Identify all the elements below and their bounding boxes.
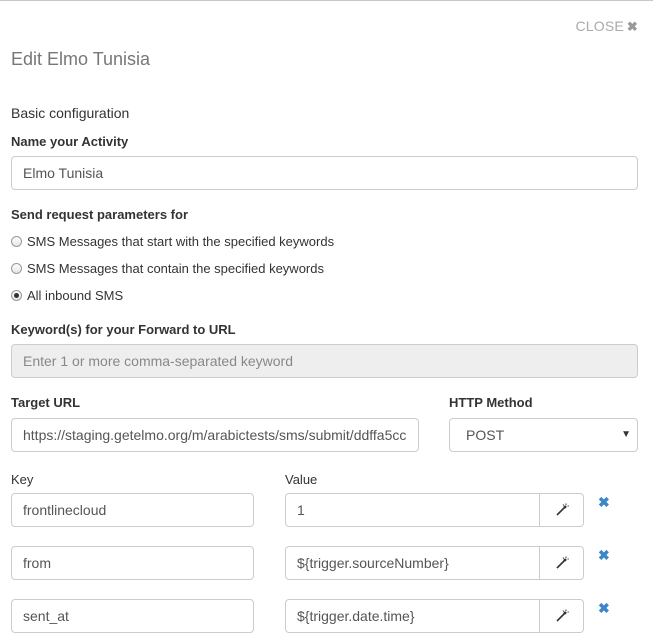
radio-option-all-inbound[interactable]: All inbound SMS [11, 288, 123, 303]
radio-button-checked[interactable] [11, 290, 22, 301]
param-key-input[interactable]: from [11, 546, 254, 580]
dialog-title: Edit Elmo Tunisia [11, 49, 151, 69]
target-url-label: Target URL [11, 395, 81, 410]
radio-label: All inbound SMS [27, 288, 124, 303]
remove-row-icon[interactable]: ✖ [598, 600, 610, 617]
key-header: Key [11, 472, 34, 487]
close-button[interactable]: CLOSE ✖ [575, 18, 638, 35]
magic-wand-icon [555, 609, 569, 622]
close-label: CLOSE [575, 18, 624, 34]
remove-row-icon[interactable]: ✖ [598, 547, 610, 564]
keywords-label: Keyword(s) for your Forward to URL [11, 322, 236, 337]
magic-wand-icon [555, 556, 569, 569]
radio-option-contains[interactable]: SMS Messages that contain the specified … [11, 261, 324, 276]
close-icon: ✖ [626, 19, 638, 34]
magic-wand-button[interactable] [540, 599, 584, 633]
magic-wand-button[interactable] [540, 493, 584, 527]
remove-row-icon[interactable]: ✖ [598, 494, 610, 511]
request-params-label: Send request parameters for [11, 207, 189, 222]
http-method-label: HTTP Method [449, 395, 533, 410]
http-method-select[interactable]: POST ▼ [449, 418, 638, 452]
param-key-input[interactable]: frontlinecloud [11, 493, 254, 527]
top-border [0, 0, 653, 1]
radio-label: SMS Messages that contain the specified … [27, 261, 324, 276]
radio-button[interactable] [11, 263, 22, 274]
target-url-input[interactable]: https://staging.getelmo.org/m/arabictest… [11, 418, 419, 452]
magic-wand-icon [555, 503, 569, 516]
http-method-value: POST [466, 427, 505, 443]
param-value-input[interactable]: ${trigger.date.time} [285, 599, 540, 633]
value-header: Value [285, 472, 318, 487]
keywords-input: Enter 1 or more comma-separated keyword [11, 344, 638, 378]
section-title: Basic configuration [11, 105, 130, 121]
dropdown-arrow-icon: ▼ [621, 429, 631, 440]
param-value-input[interactable]: ${trigger.sourceNumber} [285, 546, 540, 580]
param-value-input[interactable]: 1 [285, 493, 540, 527]
activity-name-input[interactable]: Elmo Tunisia [11, 156, 638, 190]
radio-button[interactable] [11, 236, 22, 247]
param-key-input[interactable]: sent_at [11, 599, 254, 633]
activity-name-label: Name your Activity [11, 134, 129, 149]
radio-label: SMS Messages that start with the specifi… [27, 234, 335, 249]
radio-option-starts-with[interactable]: SMS Messages that start with the specifi… [11, 234, 334, 249]
magic-wand-button[interactable] [540, 546, 584, 580]
